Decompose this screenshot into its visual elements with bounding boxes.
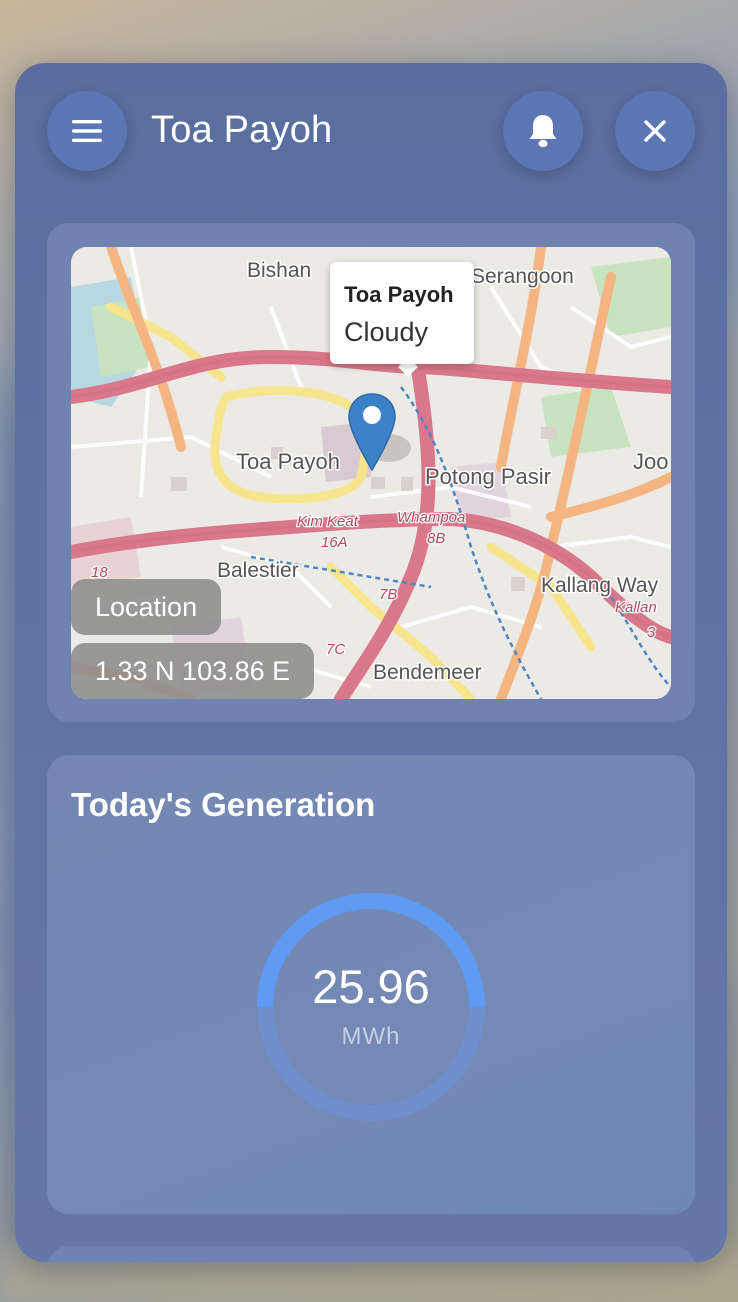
map-popup: Toa Payoh Cloudy xyxy=(330,262,474,364)
map-label-serangoon: Serangoon xyxy=(471,265,574,288)
generation-gauge: 25.96 MWh xyxy=(257,893,485,1121)
map-label-joo: Joo xyxy=(633,449,668,474)
generation-card: Today's Generation 25.96 MWh xyxy=(47,755,695,1214)
page-title: Toa Payoh xyxy=(151,109,333,151)
menu-button[interactable] xyxy=(47,91,127,171)
notifications-button[interactable] xyxy=(503,91,583,171)
map-label-bendemeer: Bendemeer xyxy=(373,661,482,684)
popup-weather: Cloudy xyxy=(344,317,429,347)
bell-icon xyxy=(529,115,557,148)
next-card xyxy=(47,1246,695,1262)
generation-value: 25.96 xyxy=(312,960,430,1013)
popup-location-name: Toa Payoh xyxy=(344,282,454,307)
map-label-7c: 7C xyxy=(326,641,345,658)
map-label-kim-keat: Kim Keat xyxy=(297,513,359,530)
map-label-potong-pasir: Potong Pasir xyxy=(425,464,551,489)
map-label-toa-payoh: Toa Payoh xyxy=(236,449,340,474)
location-panel: Toa Payoh Bishan Serangoon Toa Payoh Pot… xyxy=(15,63,727,1262)
map-label-kallang: Kallan xyxy=(615,599,657,616)
generation-title: Today's Generation xyxy=(71,786,376,823)
map-pin-icon[interactable] xyxy=(347,392,417,474)
map-label-kallang-way: Kallang Way xyxy=(541,574,659,597)
map-label-16a: 16A xyxy=(321,534,348,551)
map-label-bishan: Bishan xyxy=(247,259,311,282)
location-map[interactable]: Bishan Serangoon Toa Payoh Potong Pasir … xyxy=(71,247,671,699)
map-label-8b: 8B xyxy=(427,530,445,547)
close-icon xyxy=(644,120,666,142)
map-label-3: 3 xyxy=(647,624,656,641)
hamburger-menu-icon xyxy=(72,120,102,142)
coordinates-label: 1.33 N 103.86 E xyxy=(71,643,315,699)
map-card: Bishan Serangoon Toa Payoh Potong Pasir … xyxy=(47,223,695,722)
map-label-7b: 7B xyxy=(379,586,397,603)
location-label: Location xyxy=(71,579,222,635)
map-label-whampoa: Whampoa xyxy=(397,509,465,526)
map-label-balestier: Balestier xyxy=(217,559,299,582)
close-button[interactable] xyxy=(615,91,695,171)
generation-unit: MWh xyxy=(341,1023,401,1050)
